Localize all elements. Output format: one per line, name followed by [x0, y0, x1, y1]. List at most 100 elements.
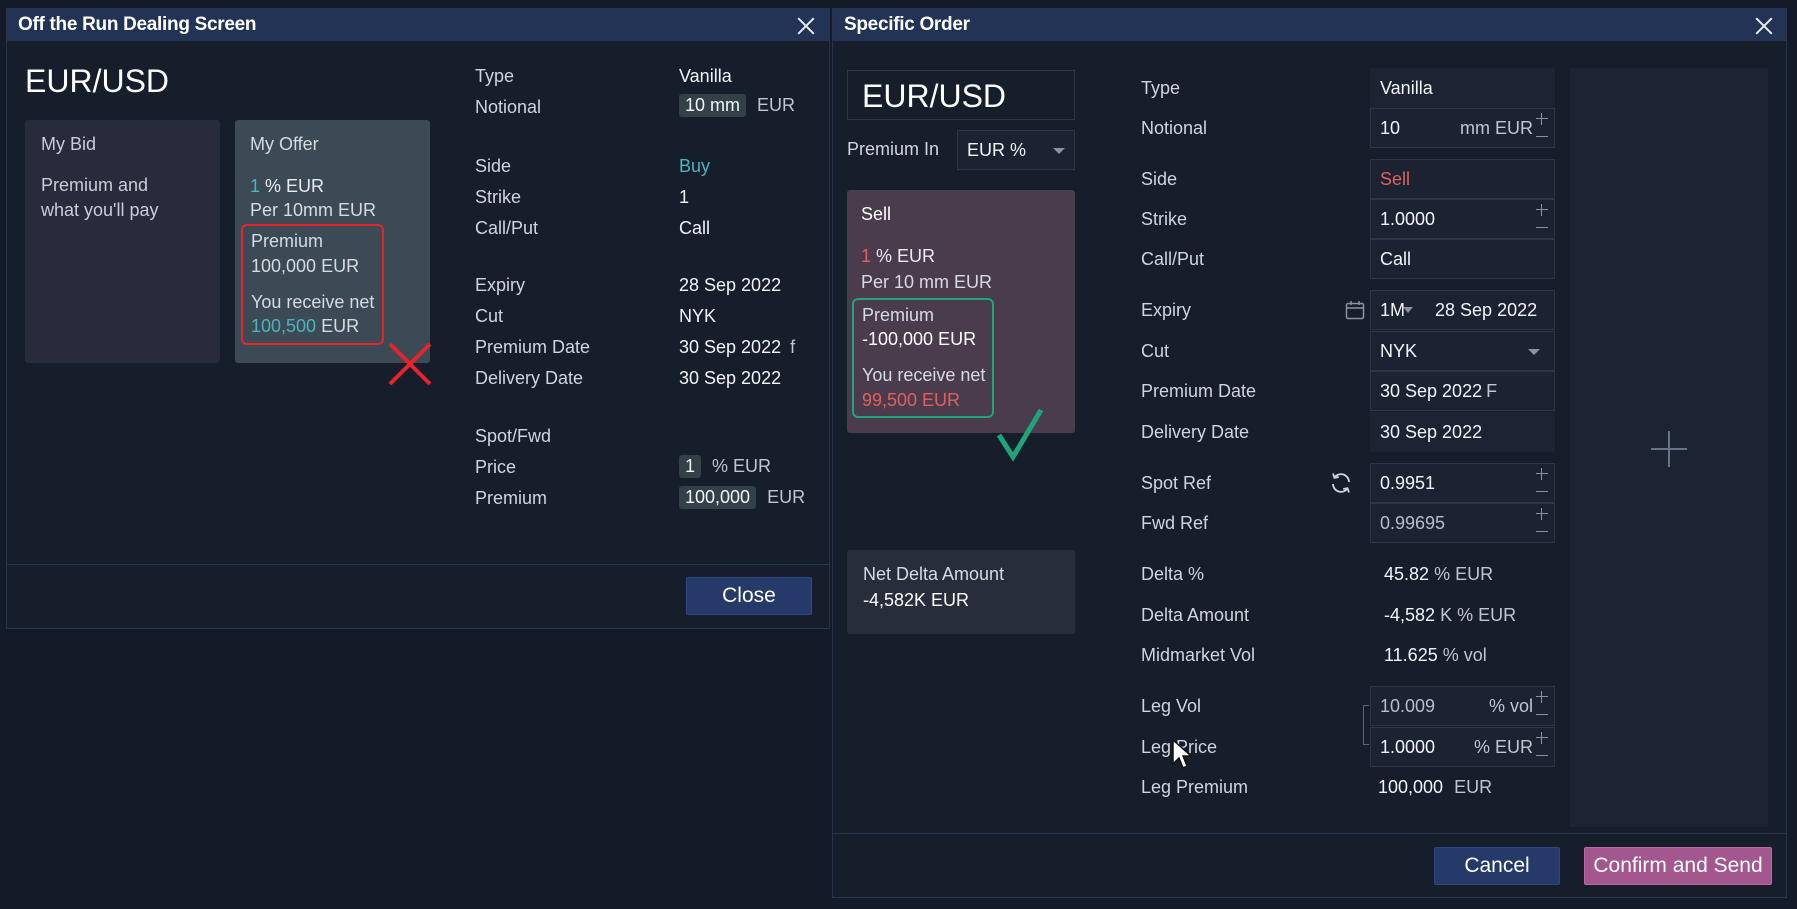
chevron-down-icon[interactable]: [1403, 307, 1413, 313]
premium-date-flag: F: [1486, 380, 1498, 401]
window-title: Off the Run Dealing Screen: [18, 14, 257, 35]
fwd-ref-label: Fwd Ref: [1141, 513, 1209, 533]
offer-premium-label: Premium: [251, 231, 324, 251]
premium-value-chip: 100,000: [679, 486, 757, 509]
premium-in-select[interactable]: EUR %: [957, 130, 1075, 170]
plus-icon[interactable]: [1536, 468, 1548, 480]
callput-field[interactable]: Call: [1370, 239, 1555, 279]
premium-row: 100,000 EUR: [679, 486, 805, 509]
offer-pct-unit: % EUR: [265, 176, 325, 196]
minus-icon[interactable]: [1536, 131, 1548, 143]
price-unit: % EUR: [712, 456, 772, 476]
plus-icon[interactable]: [1536, 732, 1548, 744]
sell-pct-unit: % EUR: [876, 246, 936, 266]
window-titlebar[interactable]: Specific Order: [833, 9, 1786, 41]
delta-pct-unit: % EUR: [1434, 564, 1494, 584]
window-titlebar[interactable]: Off the Run Dealing Screen: [7, 9, 829, 41]
my-offer-card[interactable]: My Offer 1 % EUR Per 10mm EUR Premium 10…: [235, 120, 430, 363]
price-label: Price: [475, 457, 517, 477]
delta-amount-unit: K % EUR: [1440, 605, 1517, 625]
expiry-input[interactable]: 1M 28 Sep 2022: [1370, 290, 1555, 330]
spot-fwd-label: Spot/Fwd: [475, 426, 552, 446]
strike-label: Strike: [475, 187, 522, 207]
strike-stepper[interactable]: [1536, 204, 1548, 234]
leg-premium-value: 100,000: [1378, 777, 1444, 797]
close-icon[interactable]: [795, 15, 817, 37]
strike-value: 1: [679, 187, 690, 207]
leg-vol-input[interactable]: 10.009 % vol: [1370, 686, 1555, 726]
premium-date-value: 30 Sep 2022: [1380, 380, 1483, 401]
leg-price-stepper[interactable]: [1536, 732, 1548, 762]
premium-date-row: 30 Sep 2022 f: [679, 337, 795, 358]
plus-icon[interactable]: [1536, 691, 1548, 703]
fwd-ref-input[interactable]: 0.99695: [1370, 503, 1555, 543]
sell-card[interactable]: Sell 1 % EUR Per 10 mm EUR Premium -100,…: [847, 190, 1075, 433]
offer-heading: My Offer: [250, 134, 319, 154]
strike-input[interactable]: 1.0000: [1370, 199, 1555, 239]
net-delta-value: -4,582K EUR: [863, 590, 970, 610]
cancel-button[interactable]: Cancel: [1434, 847, 1560, 885]
delivery-date-value: 30 Sep 2022: [679, 368, 782, 388]
leg-link-bracket: [1363, 705, 1369, 745]
confirm-and-send-button[interactable]: Confirm and Send: [1584, 847, 1772, 885]
minus-icon[interactable]: [1536, 486, 1548, 498]
callput-label: Call/Put: [475, 218, 539, 238]
my-bid-card[interactable]: My Bid Premium and what you'll pay: [25, 120, 220, 363]
offer-pct-value: 1: [250, 176, 261, 196]
expiry-tenor[interactable]: 1M: [1380, 300, 1405, 321]
spot-ref-label: Spot Ref: [1141, 473, 1212, 493]
refresh-icon[interactable]: [1329, 471, 1353, 495]
offer-receive-label: You receive net: [251, 292, 375, 312]
cut-select[interactable]: NYK: [1370, 331, 1555, 371]
notional-input[interactable]: 10 mm EUR: [1370, 108, 1555, 148]
spot-ref-value: 0.9951: [1380, 472, 1436, 493]
expiry-value: 28 Sep 2022: [679, 275, 782, 295]
leg-vol-value: 10.009: [1380, 695, 1436, 716]
sell-premium-value: -100,000 EUR: [862, 329, 977, 349]
type-value: Vanilla: [679, 66, 732, 86]
cut-value: NYK: [1380, 340, 1418, 361]
net-delta-label: Net Delta Amount: [863, 564, 1005, 584]
notional-unit: mm EUR: [1460, 117, 1533, 138]
type-label: Type: [1141, 78, 1181, 98]
bid-heading: My Bid: [41, 134, 97, 154]
close-icon[interactable]: [1753, 15, 1775, 37]
notional-stepper[interactable]: [1536, 113, 1548, 143]
plus-icon[interactable]: [1536, 508, 1548, 520]
premium-in-value: EUR %: [967, 139, 1027, 160]
add-leg-panel[interactable]: [1570, 68, 1768, 827]
net-delta-card: Net Delta Amount -4,582K EUR: [847, 550, 1075, 634]
minus-icon[interactable]: [1536, 750, 1548, 762]
sell-receive-value: 99,500 EUR: [862, 390, 961, 410]
leg-vol-stepper[interactable]: [1536, 691, 1548, 721]
plus-icon[interactable]: [1650, 430, 1688, 468]
minus-icon[interactable]: [1536, 709, 1548, 721]
type-field: Vanilla: [1370, 68, 1555, 108]
side-value: Buy: [679, 156, 711, 176]
spot-ref-input[interactable]: 0.9951: [1370, 463, 1555, 503]
sell-premium-box: Premium -100,000 EUR You receive net 99,…: [852, 298, 994, 418]
side-field[interactable]: Sell: [1370, 159, 1555, 199]
leg-price-input[interactable]: 1.0000 % EUR: [1370, 727, 1555, 767]
minus-icon[interactable]: [1536, 222, 1548, 234]
green-check-mark-icon: [996, 408, 1044, 462]
offer-pct: 1 % EUR: [250, 176, 324, 197]
notional-unit: EUR: [757, 95, 796, 115]
fwd-ref-stepper[interactable]: [1536, 508, 1548, 538]
minus-icon[interactable]: [1536, 526, 1548, 538]
price-row: 1 % EUR: [679, 455, 771, 478]
footer-divider: [833, 833, 1786, 834]
leg-premium-row: 100,000 EUR: [1378, 777, 1492, 798]
midmarket-vol-value: 11.625: [1384, 645, 1438, 665]
premium-date-value: 30 Sep 2022: [679, 337, 782, 357]
delta-amount-label: Delta Amount: [1141, 605, 1250, 625]
red-cross-mark-icon: [388, 342, 432, 386]
delivery-date-label: Delivery Date: [1141, 422, 1250, 442]
plus-icon[interactable]: [1536, 204, 1548, 216]
close-button[interactable]: Close: [686, 577, 812, 615]
premium-date-input[interactable]: 30 Sep 2022 F: [1370, 371, 1555, 411]
spot-ref-stepper[interactable]: [1536, 468, 1548, 498]
plus-icon[interactable]: [1536, 113, 1548, 125]
chevron-down-icon: [1528, 349, 1540, 355]
calendar-icon[interactable]: [1345, 300, 1365, 320]
